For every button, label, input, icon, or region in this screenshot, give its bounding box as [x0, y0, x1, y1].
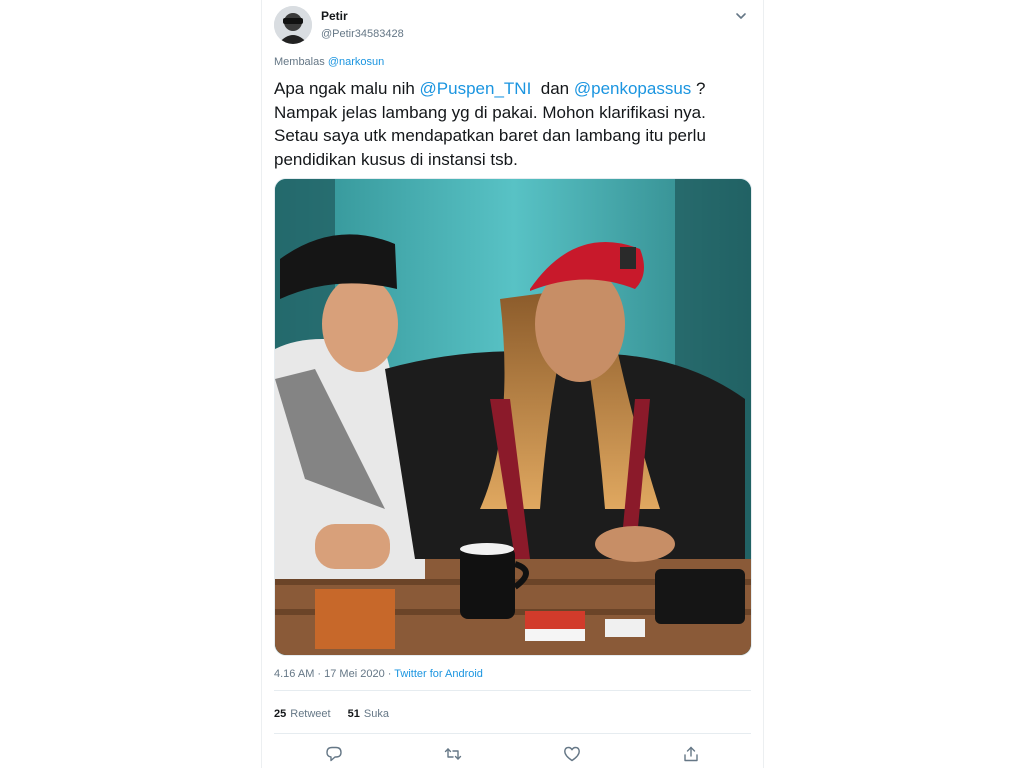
tweet-meta: 4.16 AM · 17 Mei 2020 · Twitter for Andr… — [274, 668, 483, 680]
tweet-line-4: pendidikan kusus di instansi tsb. — [274, 149, 518, 169]
tweet-line-1: Apa ngak malu nih @Puspen_TNI dan @penko… — [274, 77, 744, 101]
tweet-stats: 25 Retweet 51 Suka — [274, 708, 403, 720]
mention-puspen-tni[interactable]: @Puspen_TNI — [420, 79, 532, 98]
tweet-text-part: ? — [691, 79, 706, 98]
user-block: Petir @Petir34583428 — [321, 9, 404, 42]
tweet-source-link[interactable]: Twitter for Android — [394, 668, 483, 680]
avatar[interactable] — [274, 6, 312, 44]
retweet-count[interactable]: 25 Retweet — [274, 708, 331, 720]
share-icon[interactable] — [680, 743, 702, 765]
retweet-count-label: Retweet — [290, 708, 331, 720]
user-handle[interactable]: @Petir34583428 — [321, 26, 404, 42]
mention-penkopassus[interactable]: @penkopassus — [574, 79, 691, 98]
heart-icon[interactable] — [561, 743, 583, 765]
reply-icon[interactable] — [323, 743, 345, 765]
retweet-count-value: 25 — [274, 708, 287, 720]
meta-separator: · — [384, 668, 395, 680]
divider — [274, 690, 751, 691]
chevron-down-icon[interactable] — [733, 8, 749, 24]
reply-to-link[interactable]: @narkosun — [328, 56, 384, 68]
divider — [274, 733, 751, 734]
retweet-icon[interactable] — [442, 743, 464, 765]
like-count[interactable]: 51 Suka — [348, 708, 389, 720]
tweet-card: Petir @Petir34583428 Membalas @narkosun … — [261, 0, 764, 768]
tweet-time[interactable]: 4.16 AM — [274, 668, 314, 680]
tweet-line-2: Nampak jelas lambang yg di pakai. Mohon … — [274, 102, 706, 122]
like-count-label: Suka — [363, 708, 389, 720]
like-count-value: 51 — [347, 708, 360, 720]
tweet-photo[interactable] — [274, 178, 752, 656]
action-bar — [274, 743, 751, 765]
tweet-text-part: dan — [531, 79, 574, 98]
meta-separator: · — [314, 668, 325, 680]
tweet-text: Apa ngak malu nih @Puspen_TNI dan @penko… — [274, 77, 744, 171]
reply-context: Membalas @narkosun — [274, 56, 384, 68]
tweet-header: Petir @Petir34583428 — [274, 6, 751, 46]
reply-prefix: Membalas — [274, 56, 325, 68]
tweet-date[interactable]: 17 Mei 2020 — [324, 668, 385, 680]
display-name[interactable]: Petir — [321, 9, 404, 24]
tweet-line-3: Setau saya utk mendapatkan baret dan lam… — [274, 126, 706, 145]
tweet-text-part: Apa ngak malu nih — [274, 79, 420, 98]
